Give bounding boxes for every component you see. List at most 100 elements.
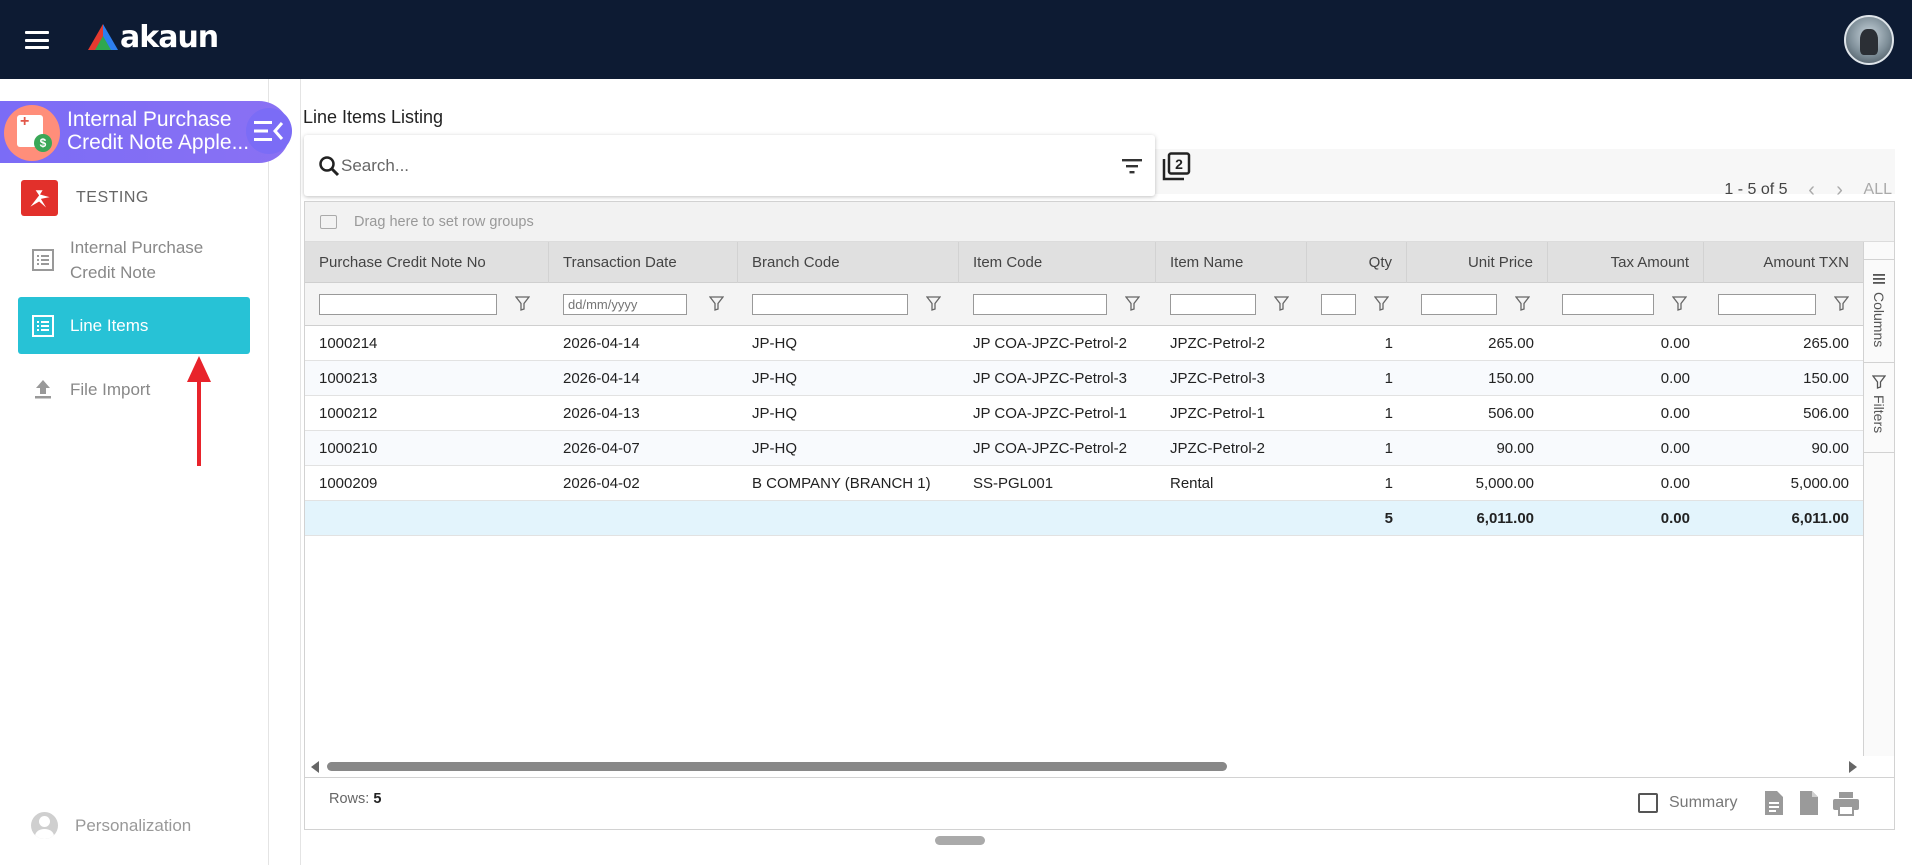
tab-filters[interactable]: Filters [1864,363,1894,453]
cell-item-name: JPZC-Petrol-2 [1170,440,1266,457]
column-header-amount-txn[interactable]: Amount TXN [1704,242,1863,283]
cell-qty: 1 [1384,475,1393,492]
filter-cell [1548,283,1704,326]
cell-branch-code: B COMPANY (BRANCH 1) [752,475,931,492]
sidebar-item-label: File Import [70,379,151,399]
column-header-item-name[interactable]: Item Name [1156,242,1307,283]
print-icon[interactable] [1832,790,1860,816]
personalization-link[interactable]: Personalization [31,812,191,839]
column-header-tax-amount[interactable]: Tax Amount [1548,242,1704,283]
scrollbar-thumb[interactable] [327,762,1227,771]
table-row[interactable]: 1000210 2026-04-07 JP-HQ JP COA-JPZC-Pet… [305,431,1863,466]
sidebar-item-file-import[interactable]: File Import [18,366,250,412]
top-bar: akaun [0,0,1912,79]
column-header-branch-code[interactable]: Branch Code [738,242,959,283]
cell-transaction-date: 2026-04-14 [563,335,640,352]
table-row[interactable]: 1000213 2026-04-14 JP-HQ JP COA-JPZC-Pet… [305,361,1863,396]
funnel-icon[interactable] [1834,296,1849,311]
export-excel-icon[interactable] [1797,790,1821,816]
filter-amount-txn-input[interactable] [1718,294,1816,315]
horizontal-scrollbar[interactable] [305,756,1863,776]
chevron-right-icon[interactable]: › [1830,179,1850,202]
cell-item-name: JPZC-Petrol-3 [1170,370,1266,387]
column-header-item-code[interactable]: Item Code [959,242,1156,283]
filter-item-name-input[interactable] [1170,294,1256,315]
line-items-grid: Drag here to set row groups Purchase Cre… [304,201,1895,830]
grid-header-row: Purchase Credit Note No Transaction Date… [305,242,1863,283]
akaun-logo[interactable]: akaun [86,19,219,55]
cell-qty: 1 [1384,370,1393,387]
cell-tax-amount: 0.00 [1660,370,1690,387]
org-name: TESTING [76,189,149,206]
summary-toggle[interactable]: Summary [1638,793,1737,813]
table-row[interactable]: 1000209 2026-04-02 B COMPANY (BRANCH 1) … [305,466,1863,501]
upload-icon [35,380,51,399]
filter-qty-input[interactable] [1321,294,1356,315]
filter-item-code-input[interactable] [973,294,1107,315]
cell-qty: 1 [1384,335,1393,352]
sidebar-item-internal-purchase-credit-note[interactable]: Internal Purchase Credit Note [18,232,250,288]
sidebar-collapse-button[interactable] [246,108,292,154]
cell-tax-amount: 0.00 [1660,475,1690,492]
columns-tab-label: Columns [1871,292,1887,348]
total-unit-price: 6,011.00 [1476,510,1534,527]
chevron-left-icon[interactable]: ‹ [1802,179,1822,202]
funnel-icon[interactable] [1125,296,1140,311]
show-all-button[interactable]: ALL [1864,181,1892,199]
sidebar: $ Internal Purchase Credit Note Apple...… [0,79,290,865]
column-header-qty[interactable]: Qty [1307,242,1407,283]
filter-credit-note-no-input[interactable] [319,294,497,315]
filter-cell [1156,283,1307,326]
cell-transaction-date: 2026-04-13 [563,405,640,422]
table-row[interactable]: 1000212 2026-04-13 JP-HQ JP COA-JPZC-Pet… [305,396,1863,431]
cell-credit-note-no: 1000209 [319,475,378,492]
filter-list-icon[interactable] [1122,158,1142,174]
app-title-line1: Internal Purchase [67,108,232,131]
search-input[interactable] [341,149,1101,183]
funnel-icon[interactable] [1274,296,1289,311]
scroll-right-arrow-icon[interactable] [1849,761,1857,773]
filter-tax-amount-input[interactable] [1562,294,1654,315]
app-title-line2: Credit Note Apple... [67,131,250,154]
user-avatar[interactable] [1844,15,1894,65]
resize-drag-handle[interactable] [935,836,985,845]
list-icon [32,249,54,271]
hamburger-menu-icon[interactable] [25,31,49,49]
funnel-icon[interactable] [1672,296,1687,311]
filter-transaction-date-input[interactable] [563,294,687,315]
totals-row: 5 6,011.00 0.00 6,011.00 [305,501,1863,536]
funnel-icon[interactable] [709,296,724,311]
brand-name: akaun [120,19,219,55]
cell-branch-code: JP-HQ [752,335,797,352]
row-group-panel[interactable]: Drag here to set row groups [305,202,1894,242]
funnel-icon[interactable] [926,296,941,311]
export-csv-icon[interactable] [1762,790,1786,816]
funnel-icon[interactable] [1515,296,1530,311]
rows-count-value: 5 [373,791,382,807]
summary-checkbox[interactable] [1638,793,1658,813]
filter-branch-code-input[interactable] [752,294,908,315]
app-title: Internal Purchase Credit Note Apple... [67,108,252,154]
cell-item-name: JPZC-Petrol-2 [1170,335,1266,352]
grid-status-bar: Rows: 5 Summary [305,777,1894,829]
table-row[interactable]: 1000214 2026-04-14 JP-HQ JP COA-JPZC-Pet… [305,326,1863,361]
funnel-icon[interactable] [1374,296,1389,311]
sidebar-item-line-items[interactable]: Line Items [18,297,250,354]
cell-item-code: SS-PGL001 [973,475,1054,492]
main-content: Line Items Listing 2 1 - 5 of 5 ‹ › ALL … [300,79,1895,865]
copy-library-icon[interactable]: 2 [1161,152,1191,182]
annotation-arrow-icon [187,356,211,466]
tab-columns[interactable]: Columns [1864,260,1894,363]
funnel-icon[interactable] [515,296,530,311]
personalization-label: Personalization [75,815,192,835]
column-header-transaction-date[interactable]: Transaction Date [549,242,738,283]
column-header-unit-price[interactable]: Unit Price [1407,242,1548,283]
pagination-text: 1 - 5 of 5 [1724,181,1788,198]
scroll-left-arrow-icon[interactable] [311,761,319,773]
collapse-menu-icon [254,121,284,141]
cell-credit-note-no: 1000213 [319,370,378,387]
total-amount-txn: 6,011.00 [1791,510,1849,527]
column-header-credit-note-no[interactable]: Purchase Credit Note No [305,242,549,283]
filter-unit-price-input[interactable] [1421,294,1497,315]
org-selector[interactable]: TESTING [21,180,149,216]
